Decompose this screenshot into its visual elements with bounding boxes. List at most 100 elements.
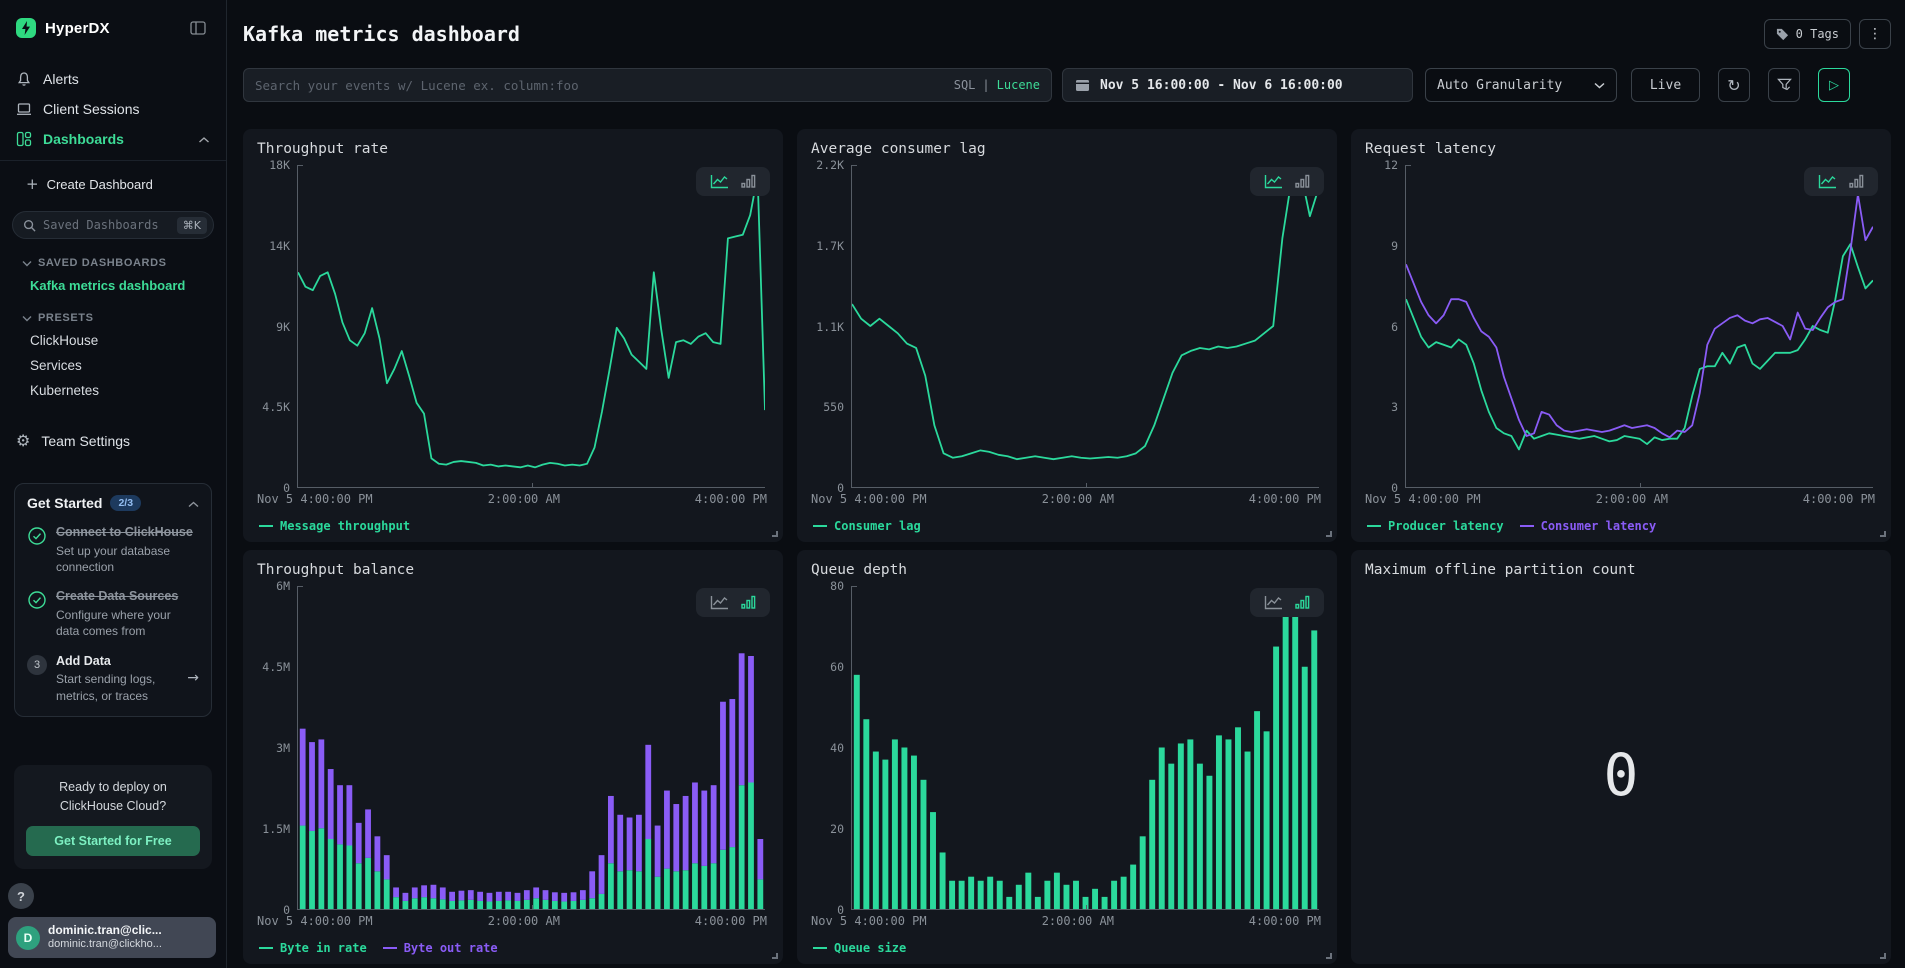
- line-chart-icon[interactable]: [706, 595, 733, 610]
- sidebar-collapse-icon[interactable]: [190, 21, 206, 35]
- resize-handle[interactable]: [772, 531, 778, 537]
- step-desc: Set up your database connection: [56, 543, 174, 575]
- sidebar-item-services[interactable]: Services: [0, 353, 226, 378]
- resize-handle[interactable]: [772, 953, 778, 959]
- legend-item[interactable]: Byte out rate: [383, 940, 498, 956]
- refresh-button[interactable]: ↻: [1718, 68, 1750, 102]
- event-search-box[interactable]: SQL | Lucene: [243, 68, 1052, 102]
- chevron-up-icon[interactable]: [188, 495, 199, 511]
- date-range-picker[interactable]: Nov 5 16:00:00 - Nov 6 16:00:00: [1062, 68, 1413, 102]
- panel-average-consumer-lag: Average consumer lag 2.2K1.7K1.1K5500 No…: [797, 129, 1337, 542]
- sidebar: HyperDX Alerts Client Sessions: [0, 0, 227, 968]
- sidebar-item-kafka-dashboard[interactable]: Kafka metrics dashboard: [0, 273, 226, 298]
- resize-handle[interactable]: [1326, 531, 1332, 537]
- chevron-down-icon: [22, 260, 32, 267]
- chart-type-toggle[interactable]: [1804, 167, 1878, 196]
- y-axis: 6M4.5M3M1.5M0: [257, 586, 297, 910]
- kebab-icon: ⋮: [1868, 26, 1882, 42]
- calendar-icon: [1075, 78, 1090, 92]
- line-chart-icon[interactable]: [1260, 174, 1287, 189]
- arrow-right-icon[interactable]: →: [187, 670, 199, 686]
- panel-throughput-balance: Throughput balance 6M4.5M3M1.5M0 Nov 5 4…: [243, 550, 783, 964]
- y-axis: 18K14K9K4.5K0: [257, 165, 297, 488]
- legend-item[interactable]: Consumer lag: [813, 518, 921, 534]
- chevron-up-icon[interactable]: [198, 131, 210, 147]
- tags-button[interactable]: 0 Tags: [1764, 19, 1851, 49]
- bar-chart-icon[interactable]: [1291, 174, 1314, 189]
- bar-chart-icon[interactable]: [1845, 174, 1868, 189]
- bar-chart-icon[interactable]: [1291, 595, 1314, 610]
- line-chart-icon[interactable]: [706, 174, 733, 189]
- panel-throughput-rate: Throughput rate 18K14K9K4.5K0 Nov 5 4:00…: [243, 129, 783, 542]
- legend-item[interactable]: Message throughput: [259, 518, 410, 534]
- chart-legend: Consumer lag: [813, 518, 1323, 534]
- step-title: Create Data Sources: [56, 588, 178, 605]
- bar-chart-icon[interactable]: [737, 174, 760, 189]
- chart-legend: Queue size: [813, 940, 1323, 956]
- sidebar-item-dashboards[interactable]: Dashboards: [0, 124, 226, 154]
- event-search-input[interactable]: [255, 78, 946, 93]
- header-menu-button[interactable]: ⋮: [1859, 19, 1891, 49]
- step-desc: Configure where your data comes from: [56, 607, 174, 639]
- get-started-step-2[interactable]: Create Data Sources Configure where your…: [27, 588, 199, 639]
- brand-row: HyperDX: [0, 14, 226, 48]
- lucene-toggle[interactable]: Lucene: [997, 78, 1040, 92]
- panel-title: Request latency: [1365, 141, 1877, 157]
- chart-legend: Message throughput: [259, 518, 769, 534]
- user-menu[interactable]: D dominic.tran@clic... dominic.tran@clic…: [8, 917, 216, 958]
- plot-area[interactable]: [1405, 165, 1873, 488]
- x-axis-labels: Nov 5 4:00:00 PM2:00:00 AM4:00:00 PM: [1365, 492, 1877, 510]
- get-started-free-button[interactable]: Get Started for Free: [26, 826, 200, 856]
- hyperdx-logo-icon: [16, 18, 36, 38]
- live-button[interactable]: Live: [1631, 68, 1700, 102]
- granularity-select[interactable]: Auto Granularity: [1425, 68, 1617, 102]
- line-chart-icon[interactable]: [1260, 595, 1287, 610]
- plot-area[interactable]: [297, 165, 765, 488]
- saved-dashboards-search-input[interactable]: [43, 218, 170, 232]
- resize-handle[interactable]: [1326, 953, 1332, 959]
- toggle-divider: |: [982, 78, 989, 92]
- sidebar-item-kubernetes[interactable]: Kubernetes: [0, 378, 226, 403]
- filter-button[interactable]: [1768, 68, 1800, 102]
- legend-item[interactable]: Producer latency: [1367, 518, 1504, 534]
- brand-name: HyperDX: [45, 20, 110, 37]
- legend-item[interactable]: Consumer latency: [1520, 518, 1657, 534]
- chart-type-toggle[interactable]: [1250, 167, 1324, 196]
- sidebar-item-client-sessions[interactable]: Client Sessions: [0, 94, 226, 124]
- step-number: 3: [27, 655, 47, 675]
- plot-area[interactable]: [851, 165, 1319, 488]
- resize-handle[interactable]: [1880, 531, 1886, 537]
- plot-area[interactable]: [851, 586, 1319, 910]
- get-started-step-1[interactable]: Connect to ClickHouse Set up your databa…: [27, 524, 199, 575]
- presets-section-header[interactable]: PRESETS: [0, 298, 226, 328]
- sidebar-item-label: Dashboards: [43, 131, 124, 147]
- cloud-card-text: Ready to deploy on ClickHouse Cloud?: [26, 778, 200, 816]
- legend-item[interactable]: Byte in rate: [259, 940, 367, 956]
- plot-area[interactable]: [297, 586, 765, 910]
- chevron-down-icon: [22, 315, 32, 322]
- sidebar-item-team-settings[interactable]: ⚙ Team Settings: [0, 425, 226, 457]
- resize-handle[interactable]: [1880, 953, 1886, 959]
- query-language-toggle: SQL | Lucene: [954, 78, 1040, 92]
- help-button[interactable]: ?: [8, 883, 34, 909]
- legend-item[interactable]: Queue size: [813, 940, 906, 956]
- tags-label: 0 Tags: [1796, 27, 1839, 41]
- sidebar-item-alerts[interactable]: Alerts: [0, 64, 226, 94]
- saved-dashboards-search[interactable]: ⌘K: [12, 211, 214, 239]
- line-chart-icon[interactable]: [1814, 174, 1841, 189]
- chart-type-toggle[interactable]: [696, 167, 770, 196]
- sidebar-item-clickhouse[interactable]: ClickHouse: [0, 328, 226, 353]
- saved-dashboards-section-header[interactable]: SAVED DASHBOARDS: [0, 243, 226, 273]
- bar-chart-icon[interactable]: [737, 595, 760, 610]
- sidebar-item-label: Alerts: [43, 71, 79, 87]
- panel-title: Average consumer lag: [811, 141, 1323, 157]
- run-query-button[interactable]: ▷: [1818, 68, 1850, 102]
- chart-type-toggle[interactable]: [1250, 588, 1324, 617]
- get-started-step-3[interactable]: 3 Add Data Start sending logs, metrics, …: [27, 653, 199, 704]
- user-name: dominic.tran@clic...: [48, 923, 162, 938]
- page-title: Kafka metrics dashboard: [243, 22, 520, 46]
- big-number-value: 0: [1604, 741, 1639, 809]
- sql-toggle[interactable]: SQL: [954, 78, 976, 92]
- create-dashboard-button[interactable]: + Create Dashboard: [0, 169, 226, 199]
- chart-type-toggle[interactable]: [696, 588, 770, 617]
